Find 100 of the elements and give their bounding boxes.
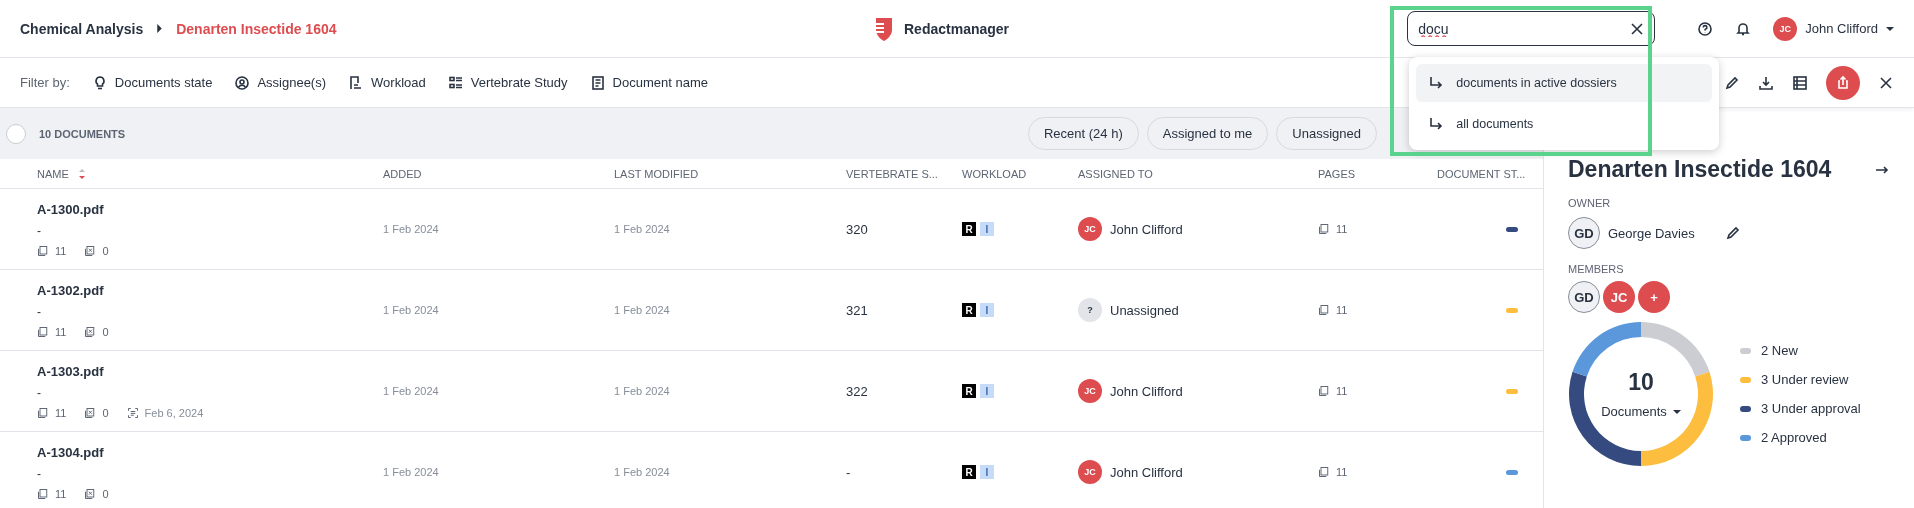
bell-icon [1735, 20, 1752, 37]
search-field[interactable]: docu [1407, 11, 1656, 46]
added-date: 1 Feb 2024 [383, 466, 440, 478]
vertebrate-value: - [846, 464, 852, 480]
page-count: 11 [55, 406, 67, 419]
user-name[interactable]: John Clifford [1805, 21, 1878, 36]
column-header[interactable]: NAME [37, 167, 69, 180]
caret-icon [157, 24, 163, 33]
file-name[interactable]: A-1303.pdf [37, 363, 383, 379]
added-date: 1 Feb 2024 [383, 304, 440, 316]
list-icon [447, 74, 464, 91]
breadcrumb-link[interactable]: Denarten Insectide 1604 [176, 20, 337, 37]
legend-label: 3 Under review [1761, 372, 1849, 387]
file-name[interactable]: A-1300.pdf [37, 201, 383, 217]
column-header[interactable]: LAST MODIFIED [614, 167, 699, 180]
legend-label: 2 New [1761, 343, 1798, 358]
filter-label: Filter by: [20, 75, 70, 90]
close-icon [1878, 74, 1894, 91]
section-label: OWNER [1568, 197, 1612, 209]
file-name[interactable]: A-1302.pdf [37, 282, 383, 298]
file-name[interactable]: A-1304.pdf [37, 444, 383, 460]
user-avatar[interactable]: JC [1773, 16, 1798, 41]
column-header[interactable]: WORKLOAD [962, 167, 1027, 180]
column-header[interactable]: ADDED [383, 167, 422, 180]
close-icon [1629, 20, 1646, 37]
column-header[interactable]: DOCUMENT ST... [1437, 167, 1526, 180]
workload-tag: I [980, 303, 994, 317]
file-note: - [37, 223, 42, 238]
pages-icon [1318, 385, 1330, 397]
document-icon [589, 74, 606, 91]
page-count: 11 [55, 244, 67, 257]
caret-icon [1886, 26, 1894, 31]
filter-chip[interactable]: Assigned to me [1146, 117, 1269, 150]
filter-button[interactable]: Documents state [91, 74, 213, 91]
workload-tag: R [962, 222, 976, 236]
pages-icon [37, 325, 49, 338]
member-avatar[interactable]: JC [1603, 281, 1635, 313]
modified-date: 1 Feb 2024 [614, 466, 671, 478]
column-header[interactable]: ASSIGNED TO [1078, 167, 1153, 180]
arrow-icon [1428, 116, 1445, 132]
document-count: 10 DOCUMENTS [39, 127, 126, 140]
file-note: - [37, 304, 42, 319]
app-name: Redactmanager [904, 20, 1010, 37]
pages-icon [1318, 304, 1330, 316]
help-icon [1697, 20, 1714, 37]
assignee-name: Unassigned [1110, 302, 1179, 318]
vertebrate-value: 320 [846, 221, 869, 237]
ocr-date: Feb 6, 2024 [144, 406, 204, 419]
assignee-name: John Clifford [1110, 221, 1183, 237]
filter-button[interactable]: Workload [348, 74, 426, 91]
vertebrate-value: 322 [846, 383, 869, 399]
page-count: 11 [1336, 466, 1348, 478]
filter-button[interactable]: Vertebrate Study [447, 74, 568, 91]
filter-button[interactable]: Assignee(s) [234, 74, 327, 91]
legend-label: 3 Under approval [1761, 401, 1861, 416]
modified-date: 1 Feb 2024 [614, 385, 671, 397]
filter-chip[interactable]: Recent (24 h) [1027, 117, 1139, 150]
column-header[interactable]: VERTEBRATE S... [846, 167, 938, 180]
page-count: 11 [1336, 304, 1348, 316]
pages-icon [1318, 223, 1330, 235]
documents-dropdown[interactable]: Documents [1601, 404, 1681, 419]
column-header[interactable]: PAGES [1318, 167, 1356, 180]
file-note: - [37, 466, 42, 481]
modified-date: 1 Feb 2024 [614, 223, 671, 235]
page-count: 11 [55, 487, 67, 500]
workload-tag: R [962, 384, 976, 398]
assignee-avatar: ? [1078, 298, 1102, 322]
member-avatar[interactable]: + [1638, 281, 1670, 313]
assignee-name: John Clifford [1110, 383, 1183, 399]
edit-icon [1724, 225, 1741, 241]
owner-name: George Davies [1608, 225, 1695, 241]
assignee-name: John Clifford [1110, 464, 1183, 480]
filter-chip[interactable]: Unassigned [1276, 117, 1377, 150]
assignee-avatar: JC [1078, 379, 1102, 403]
select-all-checkbox[interactable] [6, 123, 26, 144]
member-avatar[interactable]: GD [1568, 281, 1600, 313]
dossier-title: Denarten Insectide 1604 [1568, 156, 1832, 183]
suggestion-item[interactable]: all documents [1416, 105, 1713, 143]
workload-tag: I [980, 384, 994, 398]
excluded-count: 0 [102, 325, 109, 338]
added-date: 1 Feb 2024 [383, 223, 440, 235]
vertebrate-value: 321 [846, 302, 869, 318]
pages-icon [37, 406, 49, 419]
download-icon [1758, 74, 1774, 91]
export-button[interactable] [1826, 65, 1860, 100]
workload-tag: I [980, 222, 994, 236]
filter-button[interactable]: Document name [589, 74, 708, 91]
pages-icon [84, 487, 97, 500]
table-icon [1792, 74, 1808, 91]
breadcrumb-link[interactable]: Chemical Analysis [20, 20, 144, 37]
suggestion-item[interactable]: documents in active dossiers [1416, 64, 1713, 102]
added-date: 1 Feb 2024 [383, 385, 440, 397]
pages-icon [37, 244, 49, 257]
page-count: 11 [55, 325, 67, 338]
pages-icon [84, 244, 97, 257]
edit-icon [1724, 74, 1740, 91]
page-count: 11 [1336, 223, 1348, 235]
caret-icon [1672, 409, 1681, 414]
legend-label: 2 Approved [1761, 430, 1827, 445]
pages-icon [1318, 466, 1330, 478]
